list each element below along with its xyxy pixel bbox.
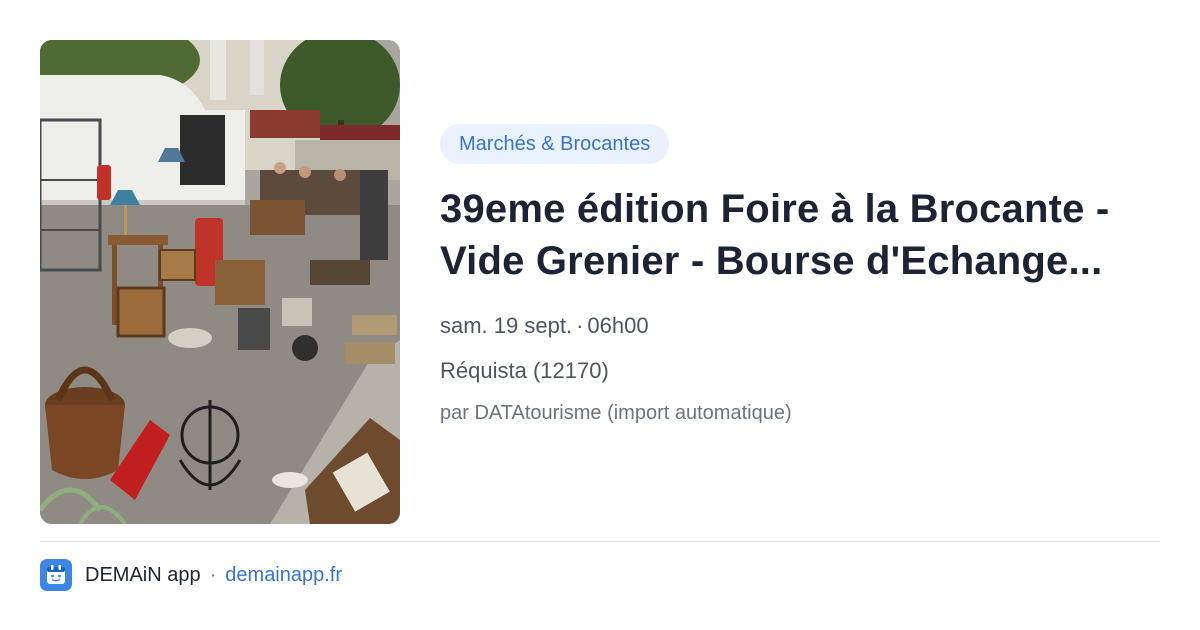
event-info: Marchés & Brocantes 39eme édition Foire …: [440, 124, 1160, 426]
event-source: par DATAtourisme (import automatique): [440, 402, 792, 424]
event-date-time: sam. 19 sept. · 06h00: [440, 313, 1160, 339]
event-preview-card[interactable]: Marchés & Brocantes 39eme édition Foire …: [0, 0, 1200, 630]
category-tag[interactable]: Marchés & Brocantes: [440, 124, 670, 164]
site-footer: DEMAiN app · demainapp.fr: [40, 558, 342, 592]
demain-app-icon: [40, 559, 72, 591]
app-name: DEMAiN app: [85, 563, 201, 586]
date-time-separator: ·: [576, 313, 584, 338]
event-location: Réquista (12170): [440, 358, 609, 383]
event-photo: [40, 40, 400, 524]
event-time: 06h00: [587, 313, 649, 338]
event-title[interactable]: 39eme édition Foire à la Brocante - Vide…: [440, 183, 1160, 287]
footer-divider: [40, 541, 1160, 542]
site-domain-link[interactable]: demainapp.fr: [225, 564, 342, 587]
event-date: sam. 19 sept.: [440, 313, 573, 338]
footer-separator: ·: [209, 563, 217, 586]
